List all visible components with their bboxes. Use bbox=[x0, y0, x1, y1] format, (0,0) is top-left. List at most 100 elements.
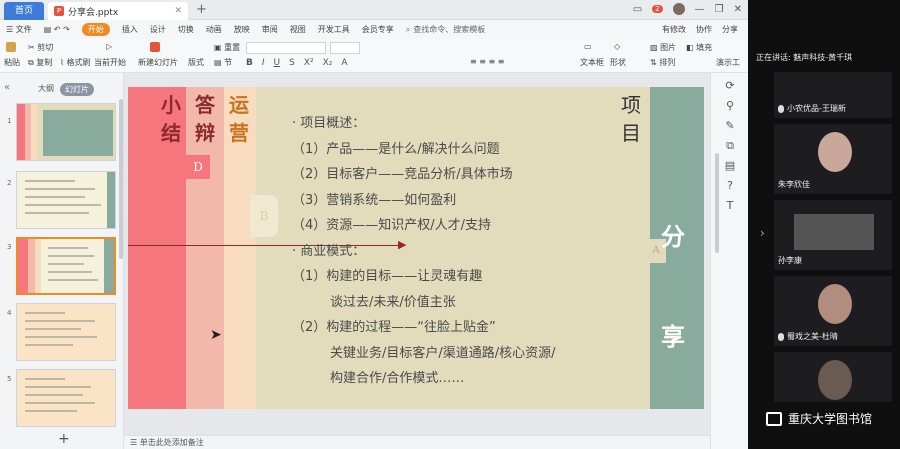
adjust-icon[interactable]: ⚲ bbox=[723, 99, 737, 112]
textbox-icon[interactable]: ▭ bbox=[584, 42, 592, 51]
text-icon[interactable]: T bbox=[723, 199, 737, 212]
chevron-right-icon[interactable]: › bbox=[760, 226, 765, 240]
menu-item-transition[interactable]: 切换 bbox=[178, 24, 194, 35]
fill-button[interactable]: ◧ 填充 bbox=[686, 42, 712, 53]
play-icon[interactable]: ▷ bbox=[106, 42, 112, 51]
participant-tile[interactable]: 孙李康 bbox=[774, 200, 892, 270]
menu-item-design[interactable]: 设计 bbox=[150, 24, 166, 35]
participant-tile[interactable]: 小农优品-王瑞新 bbox=[774, 72, 892, 118]
menu-item-animation[interactable]: 动画 bbox=[206, 24, 222, 35]
italic-icon[interactable]: I bbox=[262, 58, 265, 68]
notes-bar[interactable]: ☰ 单击此处添加备注 bbox=[124, 435, 710, 449]
reset-button[interactable]: ▣ 重置 bbox=[214, 42, 240, 53]
thumbnail-scrollbar[interactable] bbox=[119, 99, 123, 259]
has-changes-button[interactable]: 有修改 bbox=[662, 24, 686, 35]
help-icon[interactable]: ? bbox=[723, 179, 737, 192]
add-tab-icon[interactable]: + bbox=[196, 2, 207, 17]
cut-button[interactable]: ✂ 剪切 bbox=[28, 42, 53, 53]
slide-body-text[interactable]: · 项目概述： （1）产品——是什么/解决什么问题 （2）目标客户——竞品分析/… bbox=[292, 111, 556, 392]
collapse-panel-icon[interactable]: « bbox=[4, 82, 10, 93]
copy-button[interactable]: ⧉ 复制 bbox=[28, 57, 52, 68]
participant-tile[interactable]: 朱李欣佳 bbox=[774, 124, 892, 194]
tab-slides[interactable]: 幻灯片 bbox=[60, 83, 94, 96]
font-color-icon[interactable]: A bbox=[341, 58, 347, 68]
slide-thumbnail-3[interactable] bbox=[16, 237, 116, 295]
textbox-button[interactable]: 文本框 bbox=[580, 57, 604, 68]
participant-tile[interactable]: 蜀戏之美-杜晴 bbox=[774, 276, 892, 346]
section-tab-d: D bbox=[186, 155, 210, 179]
slide-line: 关键业务/目标客户/渠道通路/核心资源/ bbox=[330, 345, 556, 361]
picture-button[interactable]: ▨ 图片 bbox=[650, 42, 676, 53]
minimize-icon[interactable]: — bbox=[695, 4, 705, 15]
title-bar: 首页 P 分享会.pptx ✕ + ▭ 2 — ❐ ✕ bbox=[0, 0, 748, 20]
layout-button[interactable]: 版式 bbox=[188, 57, 204, 68]
close-window-icon[interactable]: ✕ bbox=[734, 4, 742, 15]
pin-icon[interactable]: ✎ bbox=[723, 119, 737, 132]
paste-button[interactable] bbox=[6, 42, 18, 52]
quick-save-icon[interactable]: ▤ ↶ ↷ bbox=[44, 25, 70, 34]
menu-file[interactable]: ☰ 文件 bbox=[6, 24, 32, 35]
expand-icon[interactable]: ⟳ bbox=[723, 79, 737, 92]
slide-thumbnail-5[interactable] bbox=[16, 369, 116, 427]
tab-outline[interactable]: 大纲 bbox=[38, 83, 54, 94]
participant-video bbox=[818, 132, 852, 172]
slide-thumbnail-2[interactable] bbox=[16, 171, 116, 229]
shape-icon[interactable]: ◇ bbox=[614, 42, 620, 51]
menu-item-developer[interactable]: 开发工具 bbox=[318, 24, 350, 35]
canvas-scrollbar[interactable] bbox=[715, 153, 719, 253]
slide-thumbnail-panel: « 大纲 幻灯片 1 2 3 4 5 + bbox=[0, 73, 124, 449]
maximize-icon[interactable]: ❐ bbox=[715, 4, 724, 15]
menu-item-review[interactable]: 审阅 bbox=[262, 24, 278, 35]
underline-icon[interactable]: U bbox=[274, 58, 281, 68]
from-current-button[interactable]: 当前开始 bbox=[94, 57, 126, 68]
participant-tile[interactable] bbox=[774, 352, 892, 402]
participant-video bbox=[794, 214, 874, 250]
new-slide-button[interactable]: 新建幻灯片 bbox=[138, 57, 178, 68]
font-family-select[interactable] bbox=[246, 42, 326, 54]
layers-icon[interactable]: ▤ bbox=[723, 159, 737, 172]
menu-item-start[interactable]: 开始 bbox=[81, 23, 110, 36]
add-slide-icon[interactable]: + bbox=[58, 431, 70, 447]
font-size-select[interactable] bbox=[330, 42, 360, 54]
section-button[interactable]: ▤ 节 bbox=[214, 57, 232, 68]
share-button[interactable]: 分享 bbox=[722, 24, 738, 35]
command-search[interactable]: ⌕ 查找命令、搜索模板 bbox=[406, 24, 485, 35]
shape-button[interactable]: 形状 bbox=[610, 57, 626, 68]
notes-icon: ☰ bbox=[130, 438, 138, 447]
tab-file[interactable]: P 分享会.pptx ✕ bbox=[48, 2, 188, 20]
title-summary: 小结 bbox=[161, 93, 181, 145]
copy-panel-icon[interactable]: ⧉ bbox=[723, 139, 737, 153]
collaborate-button[interactable]: 协作 bbox=[696, 24, 712, 35]
current-slide[interactable]: D B A 小结 答辩 运营 项目 分享 ▶ · 项目概述： （1）产品——是什… bbox=[128, 87, 704, 409]
meeting-panel: 正在讲话: 魅声科技-黄千琪 › 小农优品-王瑞新 朱李欣佳 孙李康 蜀戏之美-… bbox=[748, 0, 900, 449]
strikethrough-icon[interactable]: S bbox=[289, 58, 295, 68]
menu-item-slideshow[interactable]: 放映 bbox=[234, 24, 250, 35]
tab-home[interactable]: 首页 bbox=[4, 2, 44, 20]
bold-icon[interactable]: B bbox=[246, 58, 253, 68]
window-controls: ▭ 2 — ❐ ✕ bbox=[633, 3, 742, 15]
close-icon[interactable]: ✕ bbox=[174, 6, 182, 16]
format-painter-button[interactable]: ⌇ 格式刷 bbox=[60, 57, 90, 68]
thumb-number: 2 bbox=[7, 179, 12, 187]
title-share: 分享 bbox=[661, 223, 685, 351]
slide-thumbnail-4[interactable] bbox=[16, 303, 116, 361]
menu-item-view[interactable]: 视图 bbox=[290, 24, 306, 35]
slide-thumbnail-1[interactable] bbox=[16, 103, 116, 161]
command-search-label: 查找命令、搜索模板 bbox=[413, 25, 486, 34]
menu-item-member[interactable]: 会员专享 bbox=[362, 24, 394, 35]
new-slide-icon[interactable] bbox=[150, 42, 162, 52]
paste-label: 粘贴 bbox=[4, 58, 20, 67]
notification-badge[interactable]: 2 bbox=[652, 5, 663, 13]
watermark-text: 重庆大学图书馆 bbox=[788, 412, 873, 426]
subscript-icon[interactable]: X₂ bbox=[323, 58, 333, 68]
participant-name: 小农优品-王瑞新 bbox=[778, 103, 846, 114]
layout-icon[interactable]: ▭ bbox=[633, 4, 642, 15]
title-operation: 运营 bbox=[229, 93, 249, 145]
arrange-button[interactable]: ⇅ 排列 bbox=[650, 57, 675, 68]
menu-item-insert[interactable]: 插入 bbox=[122, 24, 138, 35]
presenter-tools-button[interactable]: 演示工 bbox=[716, 57, 740, 68]
user-avatar[interactable] bbox=[672, 3, 685, 15]
participant-name: 蜀戏之美-杜晴 bbox=[778, 331, 838, 342]
superscript-icon[interactable]: X² bbox=[304, 58, 314, 68]
align-buttons[interactable]: ≡ ≡ ≡ ≡ bbox=[470, 57, 504, 66]
